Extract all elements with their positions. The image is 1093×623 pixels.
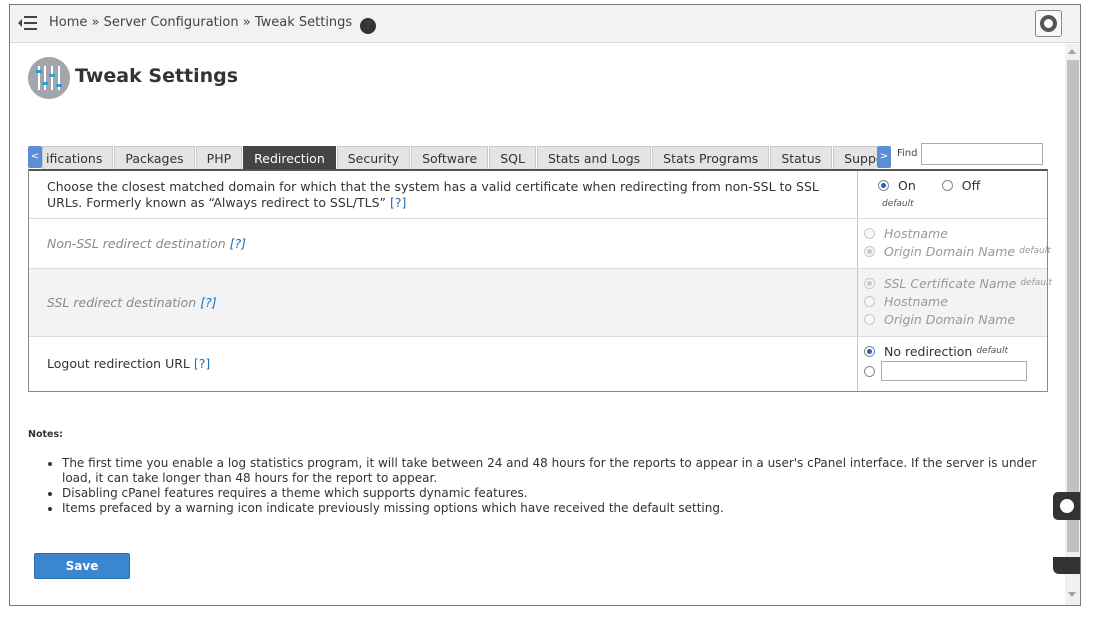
setting-control: Hostname Origin Domain Name default bbox=[857, 219, 1051, 268]
radio-hostname[interactable] bbox=[864, 227, 875, 239]
tweak-settings-icon bbox=[28, 57, 70, 99]
notes-title: Notes: bbox=[28, 429, 63, 440]
default-tag: default bbox=[1020, 278, 1053, 288]
notes-list: The first time you enable a log statisti… bbox=[62, 456, 1048, 516]
radio-custom-url[interactable] bbox=[864, 365, 875, 377]
radio-on-label: On bbox=[898, 177, 916, 193]
support-button[interactable] bbox=[1035, 10, 1062, 37]
chat-widget[interactable] bbox=[1053, 492, 1080, 520]
radio-origin-domain-label: Origin Domain Name bbox=[884, 243, 1016, 259]
tab-status[interactable]: Status bbox=[770, 146, 833, 170]
setting-row-ssl-redirect: Choose the closest matched domain for wh… bbox=[29, 171, 1047, 219]
radio-ssl-cert-name[interactable] bbox=[864, 277, 875, 289]
setting-description: Non-SSL redirect destination bbox=[47, 235, 226, 251]
tab-sql[interactable]: SQL bbox=[489, 146, 536, 170]
vertical-scrollbar[interactable] bbox=[1065, 44, 1080, 605]
default-tag: default bbox=[1019, 246, 1051, 256]
radio-hostname[interactable] bbox=[864, 295, 875, 307]
radio-off[interactable] bbox=[941, 179, 953, 191]
menu-collapse-icon[interactable] bbox=[18, 14, 38, 32]
lifebuoy-icon bbox=[1040, 15, 1057, 32]
breadcrumb-home[interactable]: Home bbox=[49, 15, 87, 30]
setting-control: On Off default bbox=[857, 171, 1047, 218]
setting-control: SSL Certificate Name default Hostname Ori… bbox=[857, 269, 1052, 336]
tab-support[interactable]: Support bbox=[833, 146, 877, 170]
logout-url-input[interactable] bbox=[881, 361, 1027, 381]
breadcrumb-current: Tweak Settings bbox=[254, 15, 353, 30]
radio-no-redirection[interactable] bbox=[864, 345, 875, 357]
settings-table: Choose the closest matched domain for wh… bbox=[28, 169, 1052, 392]
note-item: Disabling cPanel features requires a the… bbox=[62, 486, 1048, 501]
help-link[interactable]: [?] bbox=[230, 236, 246, 251]
breadcrumb-server-configuration[interactable]: Server Configuration bbox=[104, 15, 239, 30]
setting-control: No redirection default bbox=[857, 337, 1047, 391]
help-icon[interactable]: ? bbox=[360, 18, 377, 34]
setting-label: Choose the closest matched domain for wh… bbox=[29, 171, 857, 218]
tab-list: ifications Packages PHP Redirection Security… bbox=[42, 146, 877, 170]
radio-hostname-label: Hostname bbox=[884, 293, 948, 309]
tab-software[interactable]: Software bbox=[411, 146, 489, 170]
radio-origin-domain-label: Origin Domain Name bbox=[884, 311, 1016, 327]
find-input[interactable] bbox=[921, 143, 1043, 165]
app-window: Home » Server Configuration » Tweak Sett… bbox=[9, 4, 1081, 606]
radio-origin-domain[interactable] bbox=[864, 245, 875, 257]
tab-redirection[interactable]: Redirection bbox=[243, 146, 336, 170]
setting-row-logout-redirection: Logout redirection URL [?] No redirectio… bbox=[29, 337, 1047, 391]
tab-scroll-left-icon[interactable]: < bbox=[28, 146, 42, 168]
scroll-thumb[interactable] bbox=[1067, 60, 1079, 552]
setting-label: Logout redirection URL [?] bbox=[29, 337, 857, 391]
setting-description: SSL redirect destination bbox=[47, 294, 197, 310]
top-bar: Home » Server Configuration » Tweak Sett… bbox=[10, 5, 1080, 43]
chat-widget-secondary[interactable] bbox=[1053, 557, 1080, 574]
note-item: The first time you enable a log statisti… bbox=[62, 456, 1048, 486]
radio-on[interactable] bbox=[878, 179, 889, 191]
radio-off-label: Off bbox=[961, 177, 981, 193]
help-link[interactable]: [?] bbox=[200, 295, 216, 310]
default-tag: default bbox=[976, 346, 1008, 356]
tab-php[interactable]: PHP bbox=[195, 146, 243, 170]
scroll-down-icon[interactable] bbox=[1068, 592, 1076, 597]
setting-description: Choose the closest matched domain for wh… bbox=[47, 178, 819, 210]
notes-section: Notes: The first time you enable a log s… bbox=[28, 429, 1048, 516]
help-link[interactable]: [?] bbox=[194, 356, 210, 371]
tab-stats-and-logs[interactable]: Stats and Logs bbox=[536, 146, 652, 170]
default-tag: default bbox=[882, 199, 914, 209]
tab-ifications[interactable]: ifications bbox=[42, 146, 114, 170]
tab-scroll-right-icon[interactable]: > bbox=[877, 146, 891, 168]
setting-label: SSL redirect destination [?] bbox=[29, 269, 857, 336]
tab-security[interactable]: Security bbox=[336, 146, 411, 170]
scroll-up-icon[interactable] bbox=[1068, 49, 1076, 54]
radio-no-redirection-label: No redirection bbox=[884, 343, 973, 359]
help-link[interactable]: [?] bbox=[390, 195, 406, 210]
find-label: Find bbox=[897, 148, 918, 159]
setting-description: Logout redirection URL bbox=[47, 356, 190, 371]
tab-packages[interactable]: Packages bbox=[114, 146, 195, 170]
radio-ssl-cert-name-label: SSL Certificate Name bbox=[884, 275, 1017, 291]
breadcrumb-separator: » bbox=[242, 15, 251, 30]
setting-label: Non-SSL redirect destination [?] bbox=[29, 219, 857, 268]
setting-row-non-ssl-destination: Non-SSL redirect destination [?] Hostnam… bbox=[29, 219, 1051, 269]
setting-row-ssl-destination: SSL redirect destination [?] SSL Certifi… bbox=[29, 269, 1052, 337]
save-button[interactable]: Save bbox=[34, 553, 130, 579]
chat-smiley-icon bbox=[1060, 499, 1074, 513]
breadcrumb-separator: » bbox=[91, 15, 100, 30]
page-title: Tweak Settings bbox=[75, 65, 239, 87]
breadcrumb: Home » Server Configuration » Tweak Sett… bbox=[49, 15, 377, 34]
tab-stats-programs[interactable]: Stats Programs bbox=[652, 146, 770, 170]
note-item: Items prefaced by a warning icon indicat… bbox=[62, 501, 1048, 516]
radio-hostname-label: Hostname bbox=[884, 225, 948, 241]
tab-bar: < ifications Packages PHP Redirection Securi… bbox=[28, 146, 891, 170]
radio-origin-domain[interactable] bbox=[864, 313, 875, 325]
